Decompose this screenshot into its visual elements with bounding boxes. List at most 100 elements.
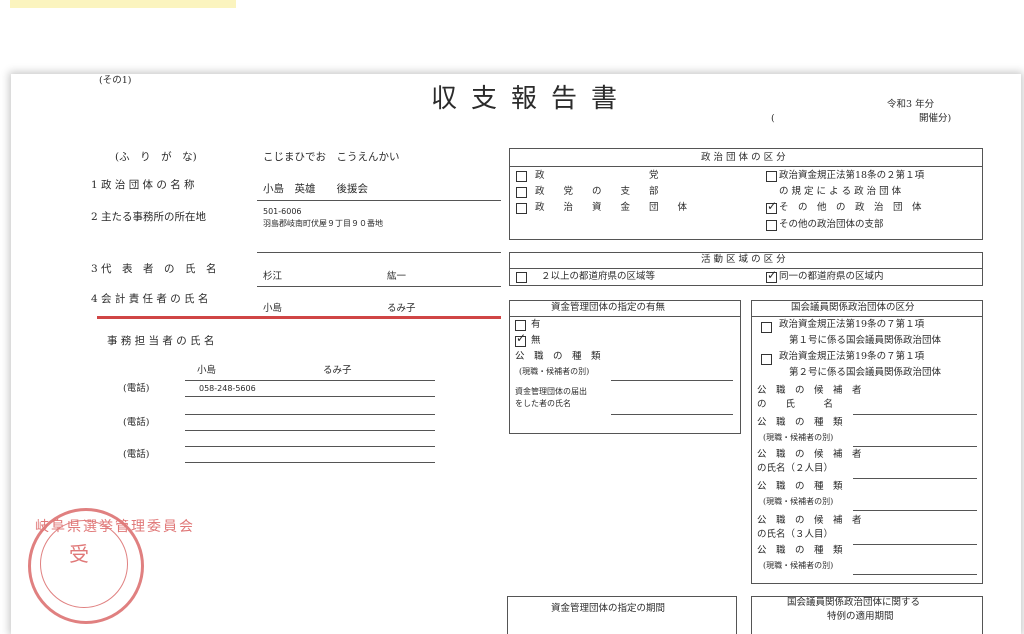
- checkbox-party[interactable]: [516, 171, 527, 182]
- dm-cand2-line: [853, 478, 977, 479]
- tel-line-3: [185, 462, 435, 463]
- office-line: [257, 252, 501, 253]
- diet-opt2-b: 第２号に係る国会議員関係政治団体: [789, 367, 942, 378]
- furigana-label: (ふ り が な): [115, 151, 197, 163]
- dm-office-note-3: (現職・候補者の別): [763, 561, 834, 570]
- dm-cand3-line: [853, 544, 977, 545]
- paren-open: (: [771, 113, 775, 124]
- dm-office-line-3: [853, 574, 977, 575]
- check-mark-icon: ✓: [767, 268, 778, 282]
- fund-period-label: 資金管理団体の指定の期間: [551, 603, 666, 614]
- checkbox-diet-1[interactable]: [761, 322, 772, 333]
- tel-label-1: (電話): [123, 383, 150, 394]
- clerk-line: [185, 380, 435, 381]
- opt-single-pref: 同一の都道府県の区域内: [779, 271, 884, 282]
- paren-close: 開催分): [919, 113, 952, 124]
- rep-line: [257, 286, 501, 287]
- fd-office-type-note: (現職・候補者の別): [519, 367, 590, 376]
- dm-office-type-1: 公 職 の 種 類: [757, 417, 843, 428]
- treasurer-given: るみ子: [387, 303, 416, 314]
- diet-opt2-a: 政治資金規正法第19条の７第１項: [779, 351, 925, 362]
- dm-candidate-a: 公 職 の 候 補 者: [757, 385, 862, 396]
- clerk-surname: 小島: [197, 365, 217, 376]
- checkbox-multi-pref[interactable]: [516, 272, 527, 283]
- check-mark-icon: ✓: [516, 331, 527, 345]
- political-org-divider: [509, 166, 982, 167]
- treasurer-surname: 小島: [263, 303, 283, 314]
- org-name-line: [257, 200, 501, 201]
- dm-cand3-a: 公 職 の 候 補 者: [757, 515, 862, 526]
- diet-member-header: 国会議員関係政治団体の区分: [791, 302, 915, 313]
- dm-office-line-2: [853, 510, 977, 511]
- checkbox-diet-2[interactable]: [761, 354, 772, 365]
- opt-other-branch: その他の政治団体の支部: [779, 219, 884, 230]
- tel-line-2b: [185, 446, 435, 447]
- diet-member-divider: [751, 316, 982, 317]
- stamp-text: 岐阜県選挙管理委員会: [35, 519, 195, 535]
- treasurer-label: 4 会 計 責 任 者 の 氏 名: [91, 293, 209, 305]
- diet-special-label-2: 特例の適用期間: [827, 611, 894, 622]
- dm-cand2-a: 公 職 の 候 補 者: [757, 449, 862, 460]
- dm-cand2-b: の氏名（２人目）: [757, 463, 834, 474]
- tel-line-2: [185, 430, 435, 431]
- dm-office-type-2: 公 職 の 種 類: [757, 481, 843, 492]
- opt-multi-pref: ２以上の都道府県の区域等: [541, 271, 656, 282]
- tel-line-1: [185, 396, 435, 397]
- opt-law-18-b: の 規 定 に よ る 政 治 団 体: [779, 186, 902, 197]
- fd-applicant-line: [611, 414, 733, 415]
- office-address: 羽島郡岐南町伏屋９丁目９０番地: [263, 219, 383, 228]
- checkbox-law-18[interactable]: [766, 171, 777, 182]
- rep-surname: 杉江: [263, 271, 283, 282]
- opt-yes: 有: [531, 319, 541, 330]
- dm-candidate-b: の 氏 名: [757, 399, 834, 410]
- fund-designation-header: 資金管理団体の指定の有無: [551, 302, 666, 313]
- opt-no: 無: [531, 335, 541, 346]
- fd-applicant-a: 資金管理団体の届出: [515, 387, 587, 396]
- org-name-label: 1 政 治 団 体 の 名 称: [91, 179, 195, 191]
- diet-opt1-a: 政治資金規正法第19条の７第１項: [779, 319, 925, 330]
- check-mark-icon: ✓: [767, 199, 778, 213]
- diet-special-label-1: 国会議員関係政治団体に関する: [787, 597, 921, 608]
- stamp-center: 受: [69, 542, 89, 566]
- rep-given: 紘一: [387, 271, 407, 282]
- rep-label: 3 代 表 者 の 氏 名: [91, 263, 217, 275]
- clerk-given: るみ子: [323, 365, 352, 376]
- opt-fund-org: 政 治 資 金 団 体: [535, 202, 688, 213]
- checkbox-other-branch[interactable]: [766, 220, 777, 231]
- tel-line-1b: [185, 414, 435, 415]
- checkbox-party-branch[interactable]: [516, 187, 527, 198]
- dm-office-note-2: (現職・候補者の別): [763, 497, 834, 506]
- dm-office-line-1: [853, 446, 977, 447]
- tel-label-3: (電話): [123, 449, 150, 460]
- dm-candidate-line: [853, 414, 977, 415]
- era-year: 令和3 年分: [887, 99, 935, 110]
- form-number: (その1): [99, 75, 132, 86]
- dm-office-note-1: (現職・候補者の別): [763, 433, 834, 442]
- opt-party: 政 党: [535, 170, 659, 181]
- tel-label-2: (電話): [123, 417, 150, 428]
- activity-divider: [509, 268, 982, 269]
- clerk-label: 事 務 担 当 者 の 氏 名: [107, 335, 215, 347]
- opt-law-18-a: 政治資金規正法第18条の２第１項: [779, 170, 925, 181]
- red-underline: [97, 316, 501, 319]
- checkbox-fund-org[interactable]: [516, 203, 527, 214]
- dm-office-type-3: 公 職 の 種 類: [757, 545, 843, 556]
- dm-cand3-b: の氏名（３人目）: [757, 529, 834, 540]
- furigana-value: こじまひでお こうえんかい: [263, 151, 400, 163]
- diet-opt1-b: 第１号に係る国会議員関係政治団体: [789, 335, 942, 346]
- org-name-value: 小島 英雄 後援会: [263, 183, 368, 195]
- opt-party-branch: 政 党 の 支 部: [535, 186, 659, 197]
- tel-value-1: 058-248-5606: [199, 384, 256, 393]
- fd-applicant-b: をした者の氏名: [515, 399, 571, 408]
- activity-header: 活 動 区 域 の 区 分: [701, 254, 786, 265]
- postal-code: 501-6006: [263, 207, 302, 216]
- fund-period-box: [507, 596, 737, 634]
- form-title: 収支報告書: [431, 84, 632, 114]
- fd-office-type: 公 職 の 種 類: [515, 351, 601, 362]
- report-sheet: (その1) 収支報告書 令和3 年分 ( 開催分) (ふ り が な) こじまひ…: [11, 74, 1021, 634]
- opt-other-org: そ の 他 の 政 治 団 体: [779, 202, 922, 213]
- checkbox-yes[interactable]: [515, 320, 526, 331]
- fund-designation-divider: [509, 316, 740, 317]
- fd-office-line: [611, 380, 733, 381]
- political-org-header: 政 治 団 体 の 区 分: [701, 152, 786, 163]
